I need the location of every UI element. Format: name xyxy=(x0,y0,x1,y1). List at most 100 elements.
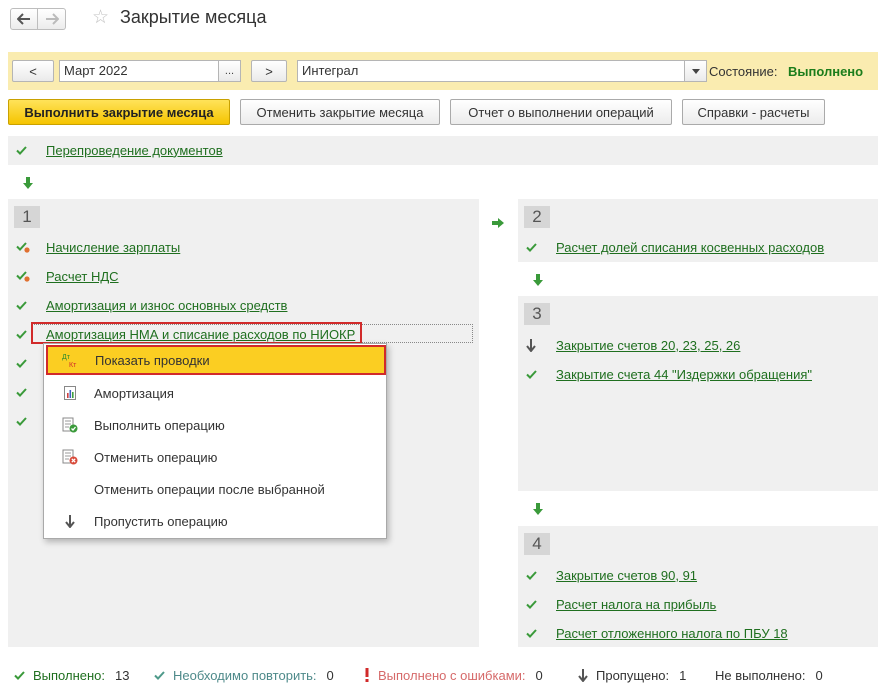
status-errors-count: 0 xyxy=(535,667,543,683)
skipped-arrow-icon xyxy=(526,337,546,353)
operation-link[interactable]: Закрытие счетов 20, 23, 25, 26 xyxy=(556,338,740,353)
cancel-month-close-button[interactable]: Отменить закрытие месяца xyxy=(240,99,440,125)
period-toolbar: < Март 2022 ... > Интеграл Состояние: Вы… xyxy=(8,52,878,90)
chevron-down-icon xyxy=(691,68,700,74)
status-errors: Выполнено с ошибками: 0 xyxy=(364,667,543,683)
done-check-warning-icon xyxy=(16,268,36,284)
group-number: 3 xyxy=(524,303,550,325)
status-not-done-count: 0 xyxy=(815,667,823,683)
operations-report-button[interactable]: Отчет о выполнении операций xyxy=(450,99,672,125)
done-check-icon xyxy=(526,239,546,255)
done-check-icon xyxy=(16,142,36,158)
operation-row: Закрытие счетов 90, 91 xyxy=(526,565,697,585)
period-field[interactable]: Март 2022 xyxy=(59,60,219,82)
operation-link[interactable]: Начисление зарплаты xyxy=(46,240,180,255)
operation-row: Расчет отложенного налога по ПБУ 18 xyxy=(526,623,788,643)
flow-arrow-down-icon xyxy=(23,177,33,189)
page-title: Закрытие месяца xyxy=(120,7,267,27)
status-done-count: 13 xyxy=(115,667,130,683)
repeat-check-icon xyxy=(154,670,165,680)
done-check-icon xyxy=(16,297,36,313)
operation-row: Закрытие счетов 20, 23, 25, 26 xyxy=(526,335,740,355)
status-skipped-count: 1 xyxy=(679,667,687,683)
status-repeat-label: Необходимо повторить: xyxy=(173,667,317,683)
done-check-icon xyxy=(16,388,27,397)
menu-item-label: Отменить операцию xyxy=(94,449,218,465)
period-choose-button[interactable]: ... xyxy=(219,60,241,82)
status-done: Выполнено: 13 xyxy=(14,667,129,683)
status-done-label: Выполнено: xyxy=(33,667,106,683)
context-menu: Дт Кт Показать проводки Амортизация Выпо… xyxy=(43,343,387,539)
arrow-right-icon xyxy=(45,13,59,25)
flow-arrow-down-icon xyxy=(533,503,543,515)
done-check-icon xyxy=(526,625,546,641)
operation-link[interactable]: Закрытие счета 44 "Издержки обращения" xyxy=(556,367,812,382)
reference-calculations-button[interactable]: Справки - расчеты xyxy=(682,99,825,125)
done-check-icon xyxy=(526,366,546,382)
error-exclamation-icon xyxy=(364,668,370,682)
operation-row: Расчет долей списания косвенных расходов xyxy=(526,237,824,257)
dt-kt-icon: Дт Кт xyxy=(62,352,80,368)
svg-text:Кт: Кт xyxy=(69,362,77,368)
highlight-frame xyxy=(31,322,362,344)
status-repeat-count: 0 xyxy=(326,667,334,683)
operation-link[interactable]: Расчет долей списания косвенных расходов xyxy=(556,240,824,255)
cancel-operation-icon xyxy=(61,449,79,465)
done-check-warning-icon xyxy=(16,239,36,255)
done-check-icon xyxy=(16,359,27,368)
svg-text:Дт: Дт xyxy=(62,354,71,361)
operation-row: Перепроведение документов xyxy=(16,140,223,160)
status-skipped: Пропущено: 1 xyxy=(578,667,686,683)
status-not-done: Не выполнено: 0 xyxy=(715,667,823,683)
back-button[interactable] xyxy=(10,8,38,30)
done-check-icon xyxy=(14,670,25,680)
menu-item-label: Выполнить операцию xyxy=(94,417,225,433)
done-check-icon xyxy=(526,567,546,583)
operation-row: Расчет налога на прибыль xyxy=(526,594,716,614)
next-period-button[interactable]: > xyxy=(251,60,287,82)
group-2-panel: 2 Расчет долей списания косвенных расход… xyxy=(518,199,878,262)
operation-link[interactable]: Расчет налога на прибыль xyxy=(556,597,716,612)
menu-item-cancel-operation[interactable]: Отменить операцию xyxy=(45,442,385,472)
menu-item-label: Отменить операции после выбранной xyxy=(94,481,325,497)
skipped-arrow-icon xyxy=(578,668,588,682)
menu-item-label: Пропустить операцию xyxy=(94,513,228,529)
flow-arrow-right-icon xyxy=(492,218,504,228)
done-check-icon xyxy=(16,417,27,426)
menu-item-depreciation[interactable]: Амортизация xyxy=(45,378,385,408)
prev-period-button[interactable]: < xyxy=(12,60,54,82)
status-repeat: Необходимо повторить: 0 xyxy=(154,667,334,683)
operation-link[interactable]: Амортизация и износ основных средств xyxy=(46,298,287,313)
operation-link[interactable]: Расчет НДС xyxy=(46,269,119,284)
menu-item-run-operation[interactable]: Выполнить операцию xyxy=(45,410,385,440)
forward-button[interactable] xyxy=(38,8,66,30)
done-check-icon xyxy=(526,596,546,612)
menu-item-show-postings[interactable]: Дт Кт Показать проводки xyxy=(46,345,386,375)
menu-item-cancel-after-selected[interactable]: Отменить операции после выбранной xyxy=(45,474,385,504)
group-number: 2 xyxy=(524,206,550,228)
favorite-star-icon[interactable]: ☆ xyxy=(92,8,109,28)
menu-item-label: Амортизация xyxy=(94,385,174,401)
status-skipped-label: Пропущено: xyxy=(596,667,670,683)
report-icon xyxy=(61,385,79,401)
operation-row: Расчет НДС xyxy=(16,266,119,286)
operation-link[interactable]: Перепроведение документов xyxy=(46,143,223,158)
flow-arrow-down-icon xyxy=(533,274,543,286)
group-3-panel: 3 Закрытие счетов 20, 23, 25, 26 Закрыти… xyxy=(518,296,878,491)
state-label: Состояние: xyxy=(709,64,778,79)
group-4-panel: 4 Закрытие счетов 90, 91 Расчет налога н… xyxy=(518,526,878,647)
group-number: 1 xyxy=(14,206,40,228)
organization-dropdown-button[interactable] xyxy=(685,60,707,82)
run-month-close-button[interactable]: Выполнить закрытие месяца xyxy=(8,99,230,125)
status-not-done-label: Не выполнено: xyxy=(715,667,806,683)
arrow-left-icon xyxy=(17,13,30,25)
operation-row: Амортизация и износ основных средств xyxy=(16,295,287,315)
menu-item-skip-operation[interactable]: Пропустить операцию xyxy=(45,506,385,536)
operation-row: Начисление зарплаты xyxy=(16,237,180,257)
organization-field[interactable]: Интеграл xyxy=(297,60,685,82)
menu-item-label: Показать проводки xyxy=(95,352,210,368)
operation-link[interactable]: Закрытие счетов 90, 91 xyxy=(556,568,697,583)
reposting-panel: Перепроведение документов xyxy=(8,136,878,165)
operation-link[interactable]: Расчет отложенного налога по ПБУ 18 xyxy=(556,626,788,641)
status-errors-label: Выполнено с ошибками: xyxy=(378,667,526,683)
